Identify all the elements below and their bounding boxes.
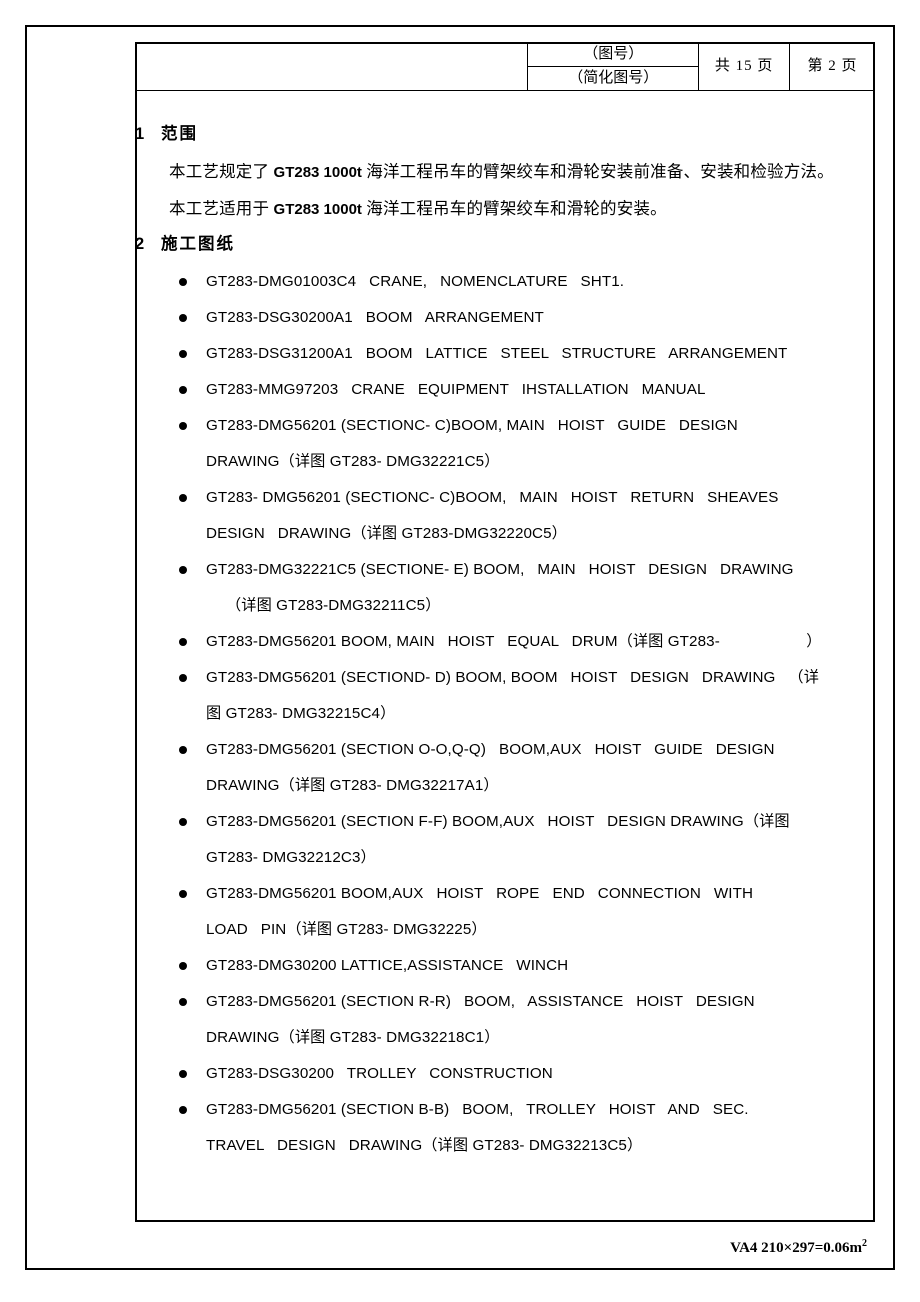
list-item-line: GT283- DMG56201 (SECTIONC- C)BOOM, MAIN … xyxy=(206,489,779,506)
bullet-icon xyxy=(179,746,187,754)
current-page-cell: 第 2 页 xyxy=(789,42,875,91)
section-1-title: 范围 xyxy=(161,124,198,143)
list-item-line: GT283-DSG31200A1 BOOM LATTICE STEEL STRU… xyxy=(206,345,788,362)
list-item-line: TRAVEL DESIGN DRAWING（详图 GT283- DMG32213… xyxy=(206,1137,643,1154)
bullet-icon xyxy=(179,962,187,970)
bullet-icon xyxy=(179,314,187,322)
total-pages-value: 15 xyxy=(735,58,753,75)
total-pages-cell: 共 15 页 xyxy=(698,42,791,91)
list-item-line: GT283-DMG32221C5 (SECTIONE- E) BOOM, MAI… xyxy=(206,561,794,578)
list-item-line: GT283-DMG30200 LATTICE,ASSISTANCE WINCH xyxy=(206,957,569,974)
scope-paragraph-2: 本工艺适用于 GT283 1000t 海洋工程吊车的臂架绞车和滑轮的安装。 xyxy=(135,191,861,228)
list-item: GT283-DMG56201 (SECTION B-B) BOOM, TROLL… xyxy=(135,1092,861,1164)
bullet-icon xyxy=(179,566,187,574)
bullet-icon xyxy=(179,494,187,502)
list-item-line: （详图 GT283-DMG32211C5） xyxy=(226,597,441,614)
list-item: GT283-DMG56201 BOOM, MAIN HOIST EQUAL DR… xyxy=(135,624,861,660)
bullet-icon xyxy=(179,386,187,394)
scope-paragraph-2-part-a: 本工艺适用于 xyxy=(169,199,274,218)
list-item: GT283-DMG56201 (SECTION O-O,Q-Q) BOOM,AU… xyxy=(135,732,861,804)
list-item-line: GT283-MMG97203 CRANE EQUIPMENT IHSTALLAT… xyxy=(206,381,706,398)
list-item-line: GT283-DMG56201 (SECTION O-O,Q-Q) BOOM,AU… xyxy=(206,741,775,758)
current-page-value: 2 xyxy=(828,58,837,74)
scope-paragraph-1: 本工艺规定了 GT283 1000t 海洋工程吊车的臂架绞车和滑轮安装前准备、安… xyxy=(135,154,861,191)
document-content: 1 范围 本工艺规定了 GT283 1000t 海洋工程吊车的臂架绞车和滑轮安装前… xyxy=(135,118,875,1164)
list-item-line: GT283-DMG56201 BOOM,AUX HOIST ROPE END C… xyxy=(206,885,754,902)
scope-paragraph-2-part-b: 海洋工程吊车的臂架绞车和滑轮的安装。 xyxy=(361,199,667,218)
section-2-title: 施工图纸 xyxy=(161,234,235,253)
header-blank-cell xyxy=(135,42,529,91)
list-item-line: GT283-DMG56201 BOOM, MAIN HOIST EQUAL DR… xyxy=(206,633,822,650)
bullet-icon xyxy=(179,890,187,898)
header-drawing-number-cell: （图号） （简化图号） xyxy=(527,42,700,91)
list-item: GT283-DMG56201 BOOM,AUX HOIST ROPE END C… xyxy=(135,876,861,948)
list-item-line: GT283-DMG01003C4 CRANE, NOMENCLATURE SHT… xyxy=(206,273,625,290)
list-item-line: DRAWING（详图 GT283- DMG32217A1） xyxy=(206,777,499,794)
list-item: GT283- DMG56201 (SECTIONC- C)BOOM, MAIN … xyxy=(135,480,861,552)
list-item-line: GT283-DMG56201 (SECTION F-F) BOOM,AUX HO… xyxy=(206,813,790,830)
scope-paragraph-1-model: GT283 1000t xyxy=(273,164,362,181)
drawing-reference-list: GT283-DMG01003C4 CRANE, NOMENCLATURE SHT… xyxy=(135,264,861,1164)
list-item: GT283-DMG30200 LATTICE,ASSISTANCE WINCH xyxy=(135,948,861,984)
bullet-icon xyxy=(179,1106,187,1114)
bullet-icon xyxy=(179,422,187,430)
total-pages-prefix: 共 xyxy=(714,58,731,75)
sheet-size-note: VA4 210×297=0.06m2 xyxy=(595,1234,875,1258)
list-item: GT283-DMG32221C5 (SECTIONE- E) BOOM, MAI… xyxy=(135,552,861,624)
bullet-icon xyxy=(179,674,187,682)
bullet-icon xyxy=(179,638,187,646)
list-item: GT283-MMG97203 CRANE EQUIPMENT IHSTALLAT… xyxy=(135,372,861,408)
drawing-number-label: （图号） xyxy=(528,43,699,67)
list-item-line: GT283-DSG30200A1 BOOM ARRANGEMENT xyxy=(206,309,544,326)
list-item-line: GT283-DMG56201 (SECTIONC- C)BOOM, MAIN H… xyxy=(206,417,738,434)
section-1-number: 1 xyxy=(135,125,145,143)
list-item-line: DRAWING（详图 GT283- DMG32221C5） xyxy=(206,453,500,470)
list-item: GT283-DMG01003C4 CRANE, NOMENCLATURE SHT… xyxy=(135,264,861,300)
list-item-line: 图 GT283- DMG32215C4） xyxy=(206,705,396,722)
list-item-line: GT283- DMG32212C3） xyxy=(206,849,376,866)
list-item: GT283-DMG56201 (SECTION R-R) BOOM, ASSIS… xyxy=(135,984,861,1056)
sheet-size-note-text: VA4 210×297=0.06m xyxy=(730,1240,862,1256)
list-item-line: DESIGN DRAWING（详图 GT283-DMG32220C5） xyxy=(206,525,567,542)
bullet-icon xyxy=(179,350,187,358)
scope-paragraph-2-model: GT283 1000t xyxy=(273,201,362,218)
current-page-prefix: 第 xyxy=(807,58,824,74)
section-heading-scope: 1 范围 xyxy=(135,118,861,150)
scope-paragraph-1-part-a: 本工艺规定了 xyxy=(169,162,274,181)
bullet-icon xyxy=(179,1070,187,1078)
list-item-line: DRAWING（详图 GT283- DMG32218C1） xyxy=(206,1029,500,1046)
bullet-icon xyxy=(179,998,187,1006)
section-heading-drawings: 2 施工图纸 xyxy=(135,228,861,260)
list-item: GT283-DSG30200A1 BOOM ARRANGEMENT xyxy=(135,300,861,336)
document-header-table: （图号） （简化图号） 共 15 页 第 2 页 xyxy=(135,42,875,91)
list-item-line: LOAD PIN（详图 GT283- DMG32225） xyxy=(206,921,487,938)
list-item-line: GT283-DMG56201 (SECTION R-R) BOOM, ASSIS… xyxy=(206,993,755,1010)
scope-paragraph-1-part-b: 海洋工程吊车的臂架绞车和滑轮安装前准备、安装和检验方法。 xyxy=(361,162,834,181)
current-page-suffix: 页 xyxy=(841,58,858,74)
bullet-icon xyxy=(179,278,187,286)
list-item: GT283-DMG56201 (SECTION F-F) BOOM,AUX HO… xyxy=(135,804,861,876)
list-item-line: GT283-DMG56201 (SECTIOND- D) BOOM, BOOM … xyxy=(206,669,819,686)
list-item: GT283-DSG31200A1 BOOM LATTICE STEEL STRU… xyxy=(135,336,861,372)
section-2-number: 2 xyxy=(135,235,145,253)
list-item: GT283-DMG56201 (SECTIOND- D) BOOM, BOOM … xyxy=(135,660,861,732)
bullet-icon xyxy=(179,818,187,826)
list-item: GT283-DSG30200 TROLLEY CONSTRUCTION xyxy=(135,1056,861,1092)
simplified-drawing-number-label: （简化图号） xyxy=(568,70,659,86)
sheet-size-note-exponent: 2 xyxy=(862,1238,867,1249)
list-item-line: GT283-DMG56201 (SECTION B-B) BOOM, TROLL… xyxy=(206,1101,749,1118)
list-item: GT283-DMG56201 (SECTIONC- C)BOOM, MAIN H… xyxy=(135,408,861,480)
list-item-line: GT283-DSG30200 TROLLEY CONSTRUCTION xyxy=(206,1065,553,1082)
total-pages-suffix: 页 xyxy=(757,58,774,75)
